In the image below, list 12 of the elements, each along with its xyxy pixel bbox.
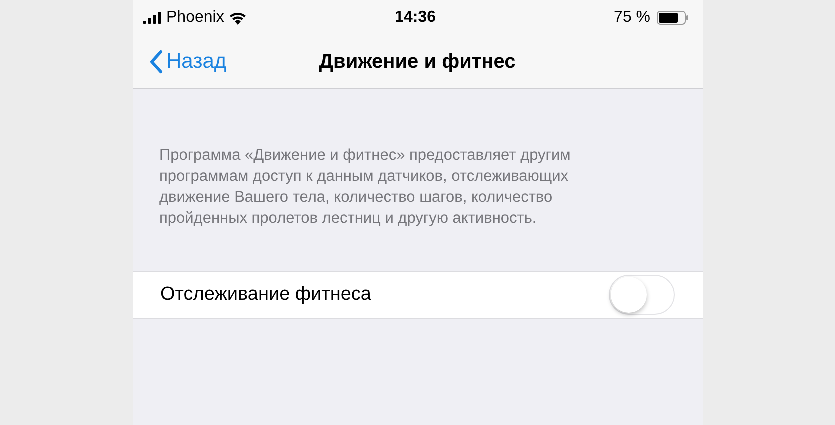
- clock-time: 14:36: [395, 9, 436, 27]
- description-text: Программа «Движение и фитнес» предоставляет другим программам доступ к данным датчиков, отслеживающих движение Вашего тела, количество шагов, количество пройденных пролетов лестниц и другую активность.: [160, 146, 572, 229]
- battery-percent: 75 %: [614, 9, 651, 27]
- battery-icon: [656, 11, 689, 25]
- carrier-name: Phoenix: [166, 9, 224, 27]
- wifi-icon: [228, 11, 248, 25]
- page-title: Движение и фитнес: [319, 50, 516, 74]
- chevron-left-icon: [148, 50, 162, 74]
- toggle-switch[interactable]: [608, 275, 674, 315]
- setting-label: Отслеживание фитнеса: [160, 284, 372, 306]
- signal-icon: [142, 12, 162, 24]
- back-button[interactable]: Назад: [132, 50, 227, 74]
